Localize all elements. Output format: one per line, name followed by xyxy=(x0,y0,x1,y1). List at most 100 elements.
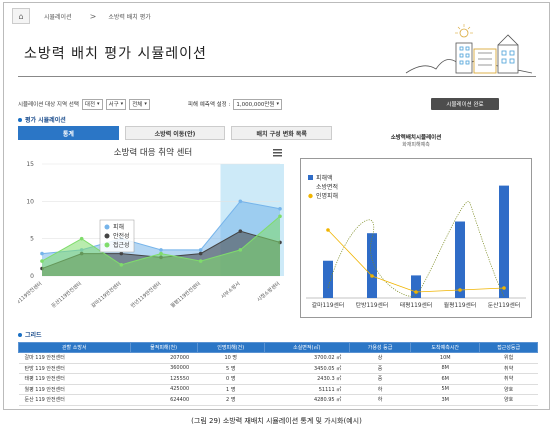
tab-bar: 통계 소방력 이동(안) 배치 구성 변화 목록 xyxy=(18,126,338,140)
home-icon[interactable]: ⌂ xyxy=(12,8,30,24)
x-tick-label: 둔산119센터 xyxy=(488,301,520,309)
x-tick-label: 시청소방센터 xyxy=(256,280,282,303)
legend-marker xyxy=(308,175,313,180)
chevron-down-icon: ▾ xyxy=(97,101,100,107)
table-header-cell[interactable]: 가용성 등급 xyxy=(348,342,412,353)
table-cell: 취약 xyxy=(479,363,538,374)
results-table: 관할 소방서 물적피해(천) 인명피해(건) 소실면적(㎡) 가용성 등급 도착예측시간 접… xyxy=(18,342,538,406)
point-안전성[interactable] xyxy=(238,229,243,233)
section-grid-label: 그리드 xyxy=(25,332,42,339)
y-tick-label: 0 xyxy=(30,273,34,280)
point-접근성[interactable] xyxy=(159,251,163,256)
table-header-cell[interactable]: 도착예측시간 xyxy=(410,342,481,353)
point-접근성[interactable] xyxy=(198,259,203,263)
hamburger-menu-icon[interactable] xyxy=(273,149,282,157)
chevron-down-icon: ▾ xyxy=(144,101,147,107)
city-illustration xyxy=(405,24,533,74)
region-label: 시뮬레이션 대상 지역 선택 xyxy=(18,102,79,108)
table-header-cell[interactable]: 소실면적(㎡) xyxy=(263,342,350,353)
table-cell: 6M xyxy=(410,373,480,385)
table-cell: 상 xyxy=(349,352,411,364)
x-tick-label: 월평119센터 xyxy=(444,301,476,309)
table-cell: 1 명 xyxy=(197,384,265,395)
legend-label[interactable]: 접근성 xyxy=(113,241,130,249)
table-cell: 207000 xyxy=(130,352,198,364)
point-접근성[interactable] xyxy=(238,248,243,252)
legend-label[interactable]: 피해액 xyxy=(316,174,333,182)
point-피해[interactable] xyxy=(159,248,163,252)
point-피해[interactable] xyxy=(40,251,44,256)
bar-damage[interactable] xyxy=(455,221,465,299)
point-접근성[interactable] xyxy=(119,263,124,267)
point-casualties[interactable] xyxy=(326,228,330,232)
bar-damage[interactable] xyxy=(411,275,421,298)
table-row[interactable]: 갈마 119 안전센터 207000 10 명 3700.02 ㎡ 상 10M 위험 xyxy=(18,352,538,364)
table-cell: 태평 119 안전센터 xyxy=(18,373,130,385)
budget-select[interactable]: 1,000,000만원 ▾ xyxy=(233,98,282,110)
region-select-area[interactable]: 전체 ▾ xyxy=(129,98,150,110)
bar-damage[interactable] xyxy=(323,260,333,298)
table-row[interactable]: 월평 119 안전센터 425000 1 명 51111 ㎡ 하 5M 양호 xyxy=(18,384,538,395)
table-row[interactable]: 탄방 119 안전센터 360000 5 명 3450.05 ㎡ 중 8M 취약 xyxy=(18,363,538,374)
tab-force-movement[interactable]: 소방력 이동(안) xyxy=(124,126,226,140)
bar-damage[interactable] xyxy=(367,233,377,298)
table-row[interactable]: 태평 119 안전센터 125550 0 명 2430.3 ㎡ 중 6M 취약 xyxy=(18,373,538,385)
title-divider xyxy=(18,76,536,77)
point-피해[interactable] xyxy=(238,199,243,204)
region-select-district[interactable]: 서구 ▾ xyxy=(105,98,127,110)
vulnerable-center-chart: 소방력 대응 취약 센터 0 5 10 15 대화119안전센터 둔산119안전센터 갈마1… xyxy=(18,147,284,309)
chart2-title: 소방력배치시뮬레이션 xyxy=(390,135,442,141)
table-cell: 360000 xyxy=(130,363,198,374)
breadcrumb-item-simulation[interactable]: 시뮬레이션 xyxy=(44,12,72,21)
table-header-cell[interactable]: 접근성등급 xyxy=(479,342,538,353)
legend-label[interactable]: 안전성 xyxy=(113,232,130,240)
region-select-city-value: 대전 xyxy=(84,102,96,108)
x-tick-label: 갈마119센터 xyxy=(312,301,344,309)
point-접근성[interactable] xyxy=(79,236,84,241)
point-안전성[interactable] xyxy=(119,251,124,256)
breadcrumb-item-evaluation[interactable]: 소방력 배치 평가 xyxy=(108,12,150,21)
table-header-cell[interactable]: 물적피해(천) xyxy=(129,342,198,353)
simulation-complete-button[interactable]: 시뮬레이션 완료 xyxy=(431,98,499,110)
table-cell: 5 명 xyxy=(197,363,265,374)
x-tick-label: 서부소방서 xyxy=(219,280,241,300)
table-cell: 624400 xyxy=(130,394,198,406)
legend-label[interactable]: 피해 xyxy=(113,223,124,231)
chart1-legend: 피해안전성접근성 xyxy=(99,219,135,253)
x-tick-label: 탄방119센터 xyxy=(356,301,388,309)
point-안전성[interactable] xyxy=(198,251,203,256)
tab-statistics[interactable]: 통계 xyxy=(18,126,119,140)
legend-label[interactable]: 소방면적 xyxy=(316,183,338,191)
point-casualties[interactable] xyxy=(414,290,418,294)
point-casualties[interactable] xyxy=(370,274,374,278)
table-cell: 3M xyxy=(410,394,480,406)
table-row[interactable]: 둔산 119 안전센터 624400 2 명 4280.95 ㎡ 하 3M 양호 xyxy=(18,394,538,406)
region-select-city[interactable]: 대전 ▾ xyxy=(81,98,103,110)
table-cell: 10 명 xyxy=(197,352,265,364)
bar-damage[interactable] xyxy=(499,185,509,298)
y-tick-label: 15 xyxy=(26,161,34,168)
table-header-cell[interactable]: 인명피해(건) xyxy=(196,342,265,353)
point-접근성[interactable] xyxy=(278,214,282,219)
chart1-title: 소방력 대응 취약 센터 xyxy=(114,147,193,158)
table-header-cell[interactable]: 관할 소방서 xyxy=(18,342,131,353)
section-grid: 그리드 xyxy=(18,330,42,339)
point-casualties[interactable] xyxy=(458,288,462,292)
breadcrumb: ⌂ 시뮬레이션 > 소방력 배치 평가 xyxy=(12,8,172,24)
legend-marker xyxy=(104,233,110,239)
legend-label[interactable]: 인명피해 xyxy=(316,192,338,200)
chart2-legend: 피해액소방면적인명피해 xyxy=(308,174,338,200)
table-cell: 하 xyxy=(349,384,411,395)
x-tick-label: 둔산119안전센터 xyxy=(50,280,83,309)
table-cell: 4280.95 ㎡ xyxy=(264,394,350,406)
point-접근성[interactable] xyxy=(40,259,44,263)
table-header-row: 관할 소방서 물적피해(천) 인명피해(건) 소실면적(㎡) 가용성 등급 도착예측시간 접… xyxy=(18,342,538,353)
chevron-right-icon: > xyxy=(89,11,97,21)
point-피해[interactable] xyxy=(278,207,282,211)
point-casualties[interactable] xyxy=(502,286,506,290)
table-cell: 8M xyxy=(410,363,480,374)
table-cell: 2 명 xyxy=(197,394,265,406)
point-피해[interactable] xyxy=(198,248,203,252)
x-tick-label: 태평119센터 xyxy=(400,301,432,309)
section-evaluation: 평가 시뮬레이션 xyxy=(18,115,66,124)
